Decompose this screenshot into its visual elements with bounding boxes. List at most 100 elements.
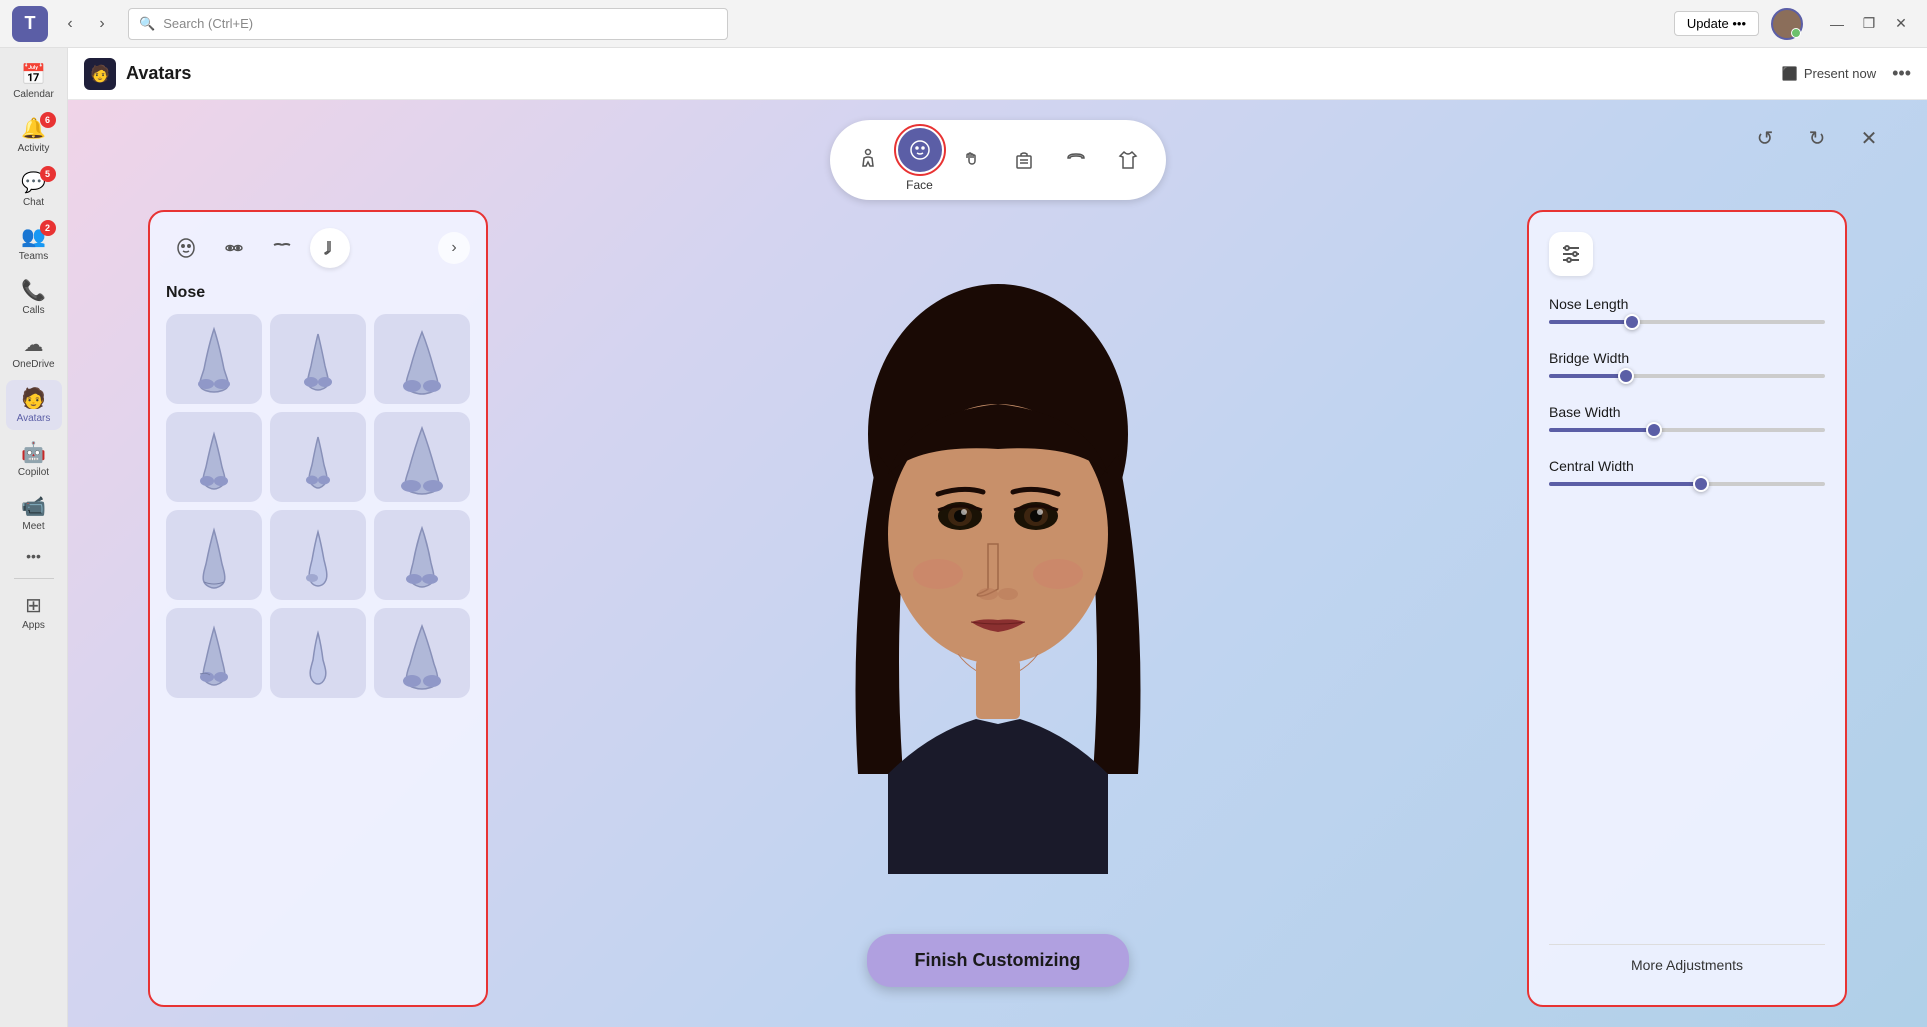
header-more-button[interactable]: ••• bbox=[1892, 63, 1911, 84]
bridge-width-fill bbox=[1549, 374, 1626, 378]
sidebar-item-apps[interactable]: ⊞ Apps bbox=[6, 587, 62, 637]
sidebar-item-meet[interactable]: 📹 Meet bbox=[6, 488, 62, 538]
onedrive-icon: ☁ bbox=[24, 332, 44, 357]
sidebar-item-avatars[interactable]: 🧑 Avatars bbox=[6, 380, 62, 430]
bridge-width-thumb[interactable] bbox=[1618, 368, 1634, 384]
back-button[interactable]: ‹ bbox=[56, 10, 84, 38]
app-header: 🧑 Avatars ⬛ Present now ••• bbox=[68, 48, 1927, 100]
sidebar-label-onedrive: OneDrive bbox=[12, 359, 54, 370]
sidebar-item-activity[interactable]: 6 🔔 Activity bbox=[6, 110, 62, 160]
nose-option-2[interactable] bbox=[270, 314, 366, 404]
toolbar-accessories-button[interactable] bbox=[1054, 138, 1098, 182]
toolbar-outfit-button[interactable] bbox=[1106, 138, 1150, 182]
sidebar-label-apps: Apps bbox=[22, 620, 45, 631]
nose-option-10[interactable] bbox=[166, 608, 262, 698]
sidebar-item-more[interactable]: ••• bbox=[6, 542, 62, 570]
present-label: Present now bbox=[1804, 66, 1876, 81]
sidebar: 📅 Calendar 6 🔔 Activity 5 💬 Chat 2 👥 Tea… bbox=[0, 48, 68, 1027]
nose-option-7[interactable] bbox=[166, 510, 262, 600]
toolbar-style-button[interactable] bbox=[1002, 138, 1046, 182]
face-tab-label: Face bbox=[906, 178, 933, 192]
sidebar-item-copilot[interactable]: 🤖 Copilot bbox=[6, 434, 62, 484]
sidebar-label-teams: Teams bbox=[19, 251, 48, 262]
present-icon: ⬛ bbox=[1782, 66, 1798, 82]
sidebar-item-onedrive[interactable]: ☁ OneDrive bbox=[6, 326, 62, 376]
sidebar-item-chat[interactable]: 5 💬 Chat bbox=[6, 164, 62, 214]
central-width-label: Central Width bbox=[1549, 458, 1825, 474]
panel-tabs-next[interactable]: › bbox=[438, 232, 470, 264]
sidebar-label-calendar: Calendar bbox=[13, 89, 54, 100]
teams-logo: T bbox=[12, 6, 48, 42]
central-width-fill bbox=[1549, 482, 1701, 486]
base-width-track[interactable] bbox=[1549, 428, 1825, 432]
base-width-label: Base Width bbox=[1549, 404, 1825, 420]
more-adjustments-button[interactable]: More Adjustments bbox=[1549, 944, 1825, 985]
user-status-indicator bbox=[1791, 28, 1801, 38]
eyebrow-tab[interactable] bbox=[262, 228, 302, 268]
sidebar-label-meet: Meet bbox=[22, 521, 44, 532]
face-feature-tab[interactable] bbox=[166, 228, 206, 268]
apps-icon: ⊞ bbox=[25, 593, 42, 618]
nose-option-3[interactable] bbox=[374, 314, 470, 404]
base-width-thumb[interactable] bbox=[1646, 422, 1662, 438]
activity-badge: 6 bbox=[40, 112, 56, 128]
forward-button[interactable]: › bbox=[88, 10, 116, 38]
more-icon: ••• bbox=[26, 548, 41, 564]
nav-arrows: ‹ › bbox=[56, 10, 116, 38]
sidebar-item-calendar[interactable]: 📅 Calendar bbox=[6, 56, 62, 106]
bridge-width-label: Bridge Width bbox=[1549, 350, 1825, 366]
bridge-width-track[interactable] bbox=[1549, 374, 1825, 378]
avatar-workspace: Face bbox=[68, 100, 1927, 1027]
title-bar: T ‹ › 🔍 Search (Ctrl+E) Update ••• — ❐ ✕ bbox=[0, 0, 1927, 48]
sidebar-label-avatars: Avatars bbox=[17, 413, 51, 424]
nose-option-12[interactable] bbox=[374, 608, 470, 698]
close-button[interactable]: ✕ bbox=[1887, 10, 1915, 38]
calendar-icon: 📅 bbox=[21, 62, 46, 87]
toolbar-face-button[interactable] bbox=[898, 128, 942, 172]
nose-option-8[interactable] bbox=[270, 510, 366, 600]
minimize-button[interactable]: — bbox=[1823, 10, 1851, 38]
eyes-tab[interactable] bbox=[214, 228, 254, 268]
maximize-button[interactable]: ❐ bbox=[1855, 10, 1883, 38]
nose-option-5[interactable] bbox=[270, 412, 366, 502]
update-button[interactable]: Update ••• bbox=[1674, 11, 1759, 36]
sidebar-label-activity: Activity bbox=[18, 143, 50, 154]
nose-length-label: Nose Length bbox=[1549, 296, 1825, 312]
redo-button[interactable]: ↻ bbox=[1799, 120, 1835, 156]
sidebar-item-calls[interactable]: 📞 Calls bbox=[6, 272, 62, 322]
avatar-actions: ↺ ↻ ✕ bbox=[1747, 120, 1887, 156]
sidebar-divider bbox=[14, 578, 54, 579]
right-panel: Nose Length Bridge Width Bas bbox=[1527, 210, 1847, 1007]
user-avatar-container bbox=[1771, 8, 1803, 40]
nose-tab[interactable] bbox=[310, 228, 350, 268]
nose-length-thumb[interactable] bbox=[1624, 314, 1640, 330]
base-width-section: Base Width bbox=[1549, 404, 1825, 438]
nose-option-6[interactable] bbox=[374, 412, 470, 502]
sidebar-label-calls: Calls bbox=[22, 305, 44, 316]
toolbar-gesture-button[interactable] bbox=[950, 138, 994, 182]
meet-icon: 📹 bbox=[21, 494, 46, 519]
panel-tabs: › bbox=[166, 228, 470, 268]
nose-option-9[interactable] bbox=[374, 510, 470, 600]
nose-length-track[interactable] bbox=[1549, 320, 1825, 324]
central-width-thumb[interactable] bbox=[1693, 476, 1709, 492]
user-avatar[interactable] bbox=[1771, 8, 1803, 40]
calls-icon: 📞 bbox=[21, 278, 46, 303]
present-now-button[interactable]: ⬛ Present now bbox=[1774, 62, 1884, 86]
nose-section-title: Nose bbox=[166, 284, 470, 302]
undo-button[interactable]: ↺ bbox=[1747, 120, 1783, 156]
app-header-right: ⬛ Present now ••• bbox=[1774, 62, 1911, 86]
copilot-icon: 🤖 bbox=[21, 440, 46, 465]
nose-option-4[interactable] bbox=[166, 412, 262, 502]
search-bar[interactable]: 🔍 Search (Ctrl+E) bbox=[128, 8, 728, 40]
app-title: Avatars bbox=[126, 63, 191, 84]
finish-customizing-button[interactable]: Finish Customizing bbox=[867, 934, 1129, 987]
central-width-track[interactable] bbox=[1549, 482, 1825, 486]
nose-option-11[interactable] bbox=[270, 608, 366, 698]
central-width-section: Central Width bbox=[1549, 458, 1825, 492]
bridge-width-section: Bridge Width bbox=[1549, 350, 1825, 384]
toolbar-body-button[interactable] bbox=[846, 138, 890, 182]
nose-option-1[interactable] bbox=[166, 314, 262, 404]
toolbar-close-button[interactable]: ✕ bbox=[1851, 120, 1887, 156]
sidebar-item-teams[interactable]: 2 👥 Teams bbox=[6, 218, 62, 268]
